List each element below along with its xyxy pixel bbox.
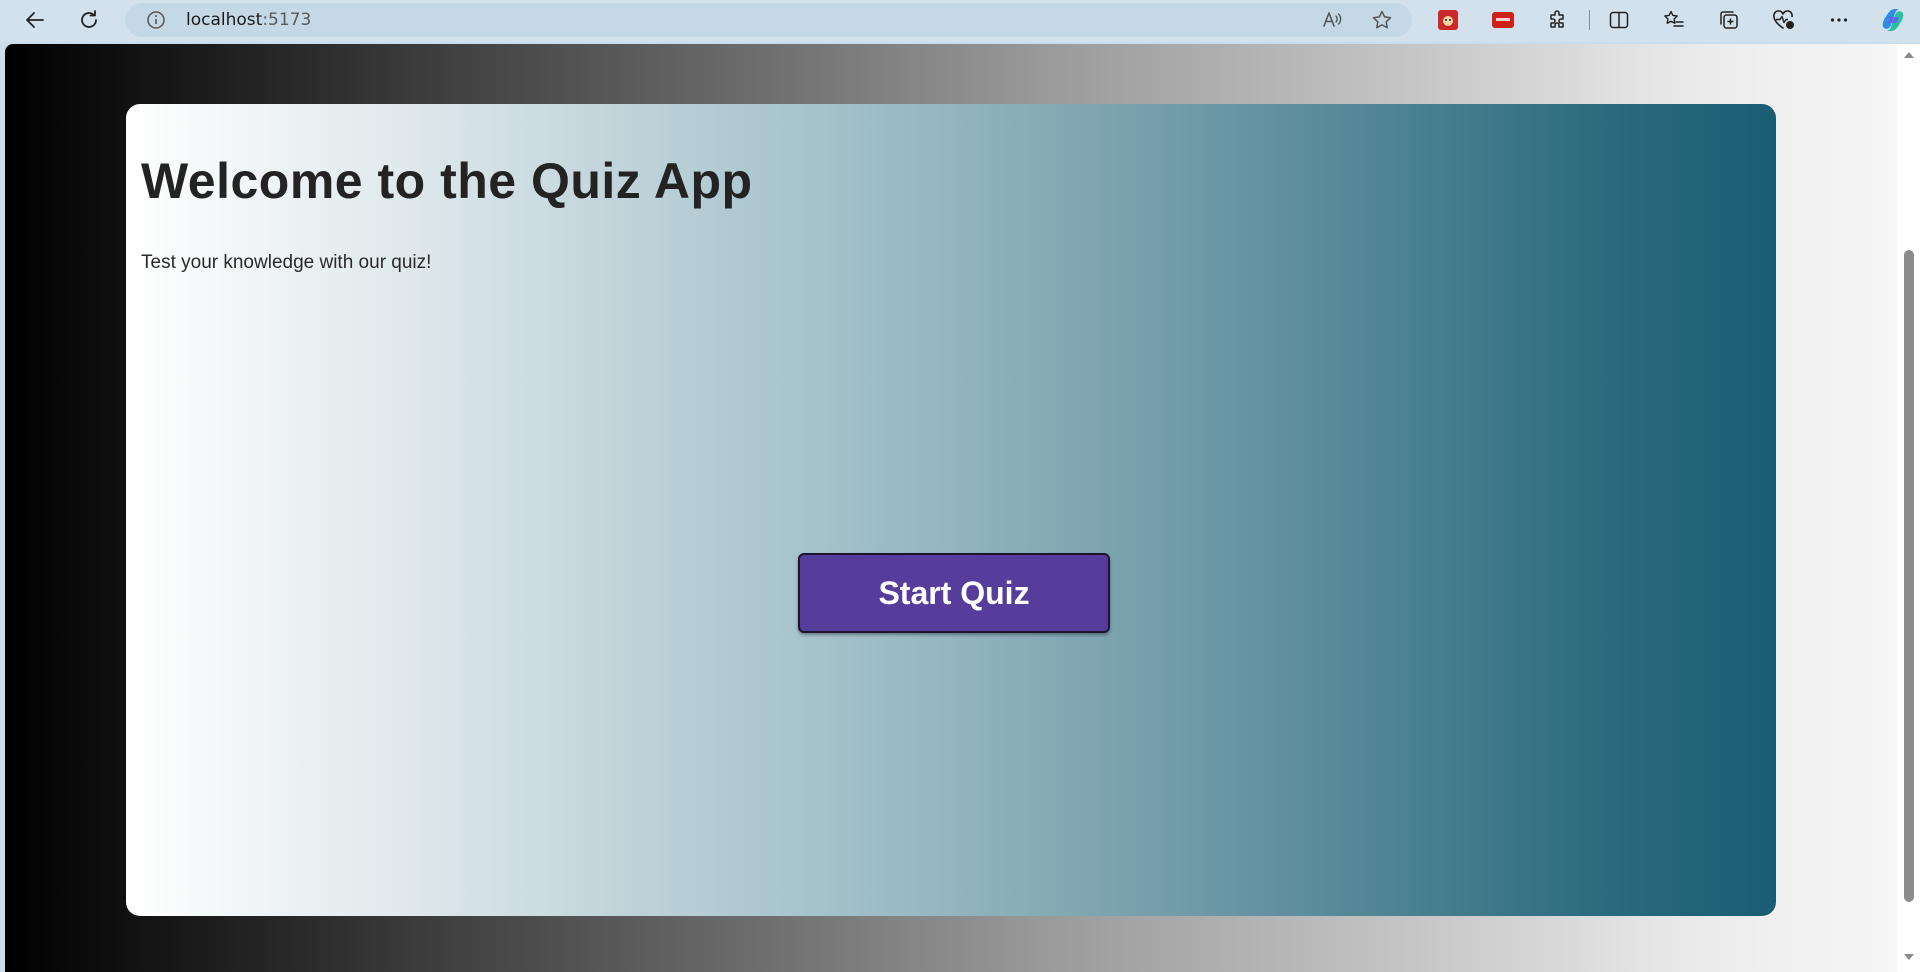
read-aloud-icon — [1323, 12, 1342, 27]
scrollbar-thumb[interactable] — [1904, 250, 1914, 902]
copilot-button[interactable] — [1875, 2, 1911, 38]
split-screen-icon — [1609, 11, 1629, 29]
extension-icon — [1492, 12, 1514, 28]
back-arrow-icon — [26, 12, 44, 28]
vertical-scrollbar[interactable] — [1897, 44, 1920, 972]
copilot-icon — [1882, 9, 1904, 31]
page-title: Welcome to the Quiz App — [141, 153, 753, 209]
heart-icon — [1773, 10, 1794, 29]
more-button[interactable] — [1821, 2, 1857, 38]
scroll-down-arrow[interactable] — [1903, 952, 1915, 964]
read-aloud-button[interactable] — [1318, 6, 1346, 34]
favorites-button[interactable] — [1656, 2, 1692, 38]
site-info-button[interactable] — [142, 6, 170, 34]
address-bar[interactable]: localhost:5173 — [125, 3, 1412, 37]
page-viewport: Welcome to the Quiz App Test your knowle… — [5, 44, 1897, 972]
url-text[interactable]: localhost:5173 — [186, 3, 311, 37]
browser-essentials-button[interactable] — [1766, 2, 1802, 38]
back-button[interactable] — [17, 2, 53, 38]
favorite-star-icon — [1372, 10, 1392, 29]
site-info-icon — [147, 11, 165, 29]
collections-button[interactable] — [1711, 2, 1747, 38]
page-subtitle: Test your knowledge with our quiz! — [141, 252, 432, 273]
browser-toolbar: localhost:5173 — [0, 0, 1920, 42]
url-port: :5173 — [262, 10, 312, 30]
extensions-button[interactable] — [1540, 2, 1576, 38]
scroll-up-arrow[interactable] — [1903, 50, 1915, 62]
welcome-card: Welcome to the Quiz App Test your knowle… — [126, 104, 1776, 916]
split-screen-button[interactable] — [1601, 2, 1637, 38]
reload-button[interactable] — [71, 2, 107, 38]
extension-button-2[interactable] — [1485, 2, 1521, 38]
favorites-icon — [1664, 10, 1684, 27]
chevron-up-icon — [1904, 52, 1914, 58]
extension-button-1[interactable] — [1430, 2, 1466, 38]
toolbar-divider — [1589, 10, 1590, 30]
url-host: localhost — [186, 10, 263, 30]
start-quiz-button[interactable]: Start Quiz — [798, 553, 1110, 633]
collections-icon — [1720, 11, 1738, 29]
extension-icon — [1438, 10, 1458, 30]
chevron-down-icon — [1904, 954, 1914, 960]
more-icon — [1830, 18, 1848, 22]
reload-icon — [81, 10, 97, 28]
favorite-button[interactable] — [1368, 6, 1396, 34]
puzzle-icon — [1550, 10, 1564, 28]
